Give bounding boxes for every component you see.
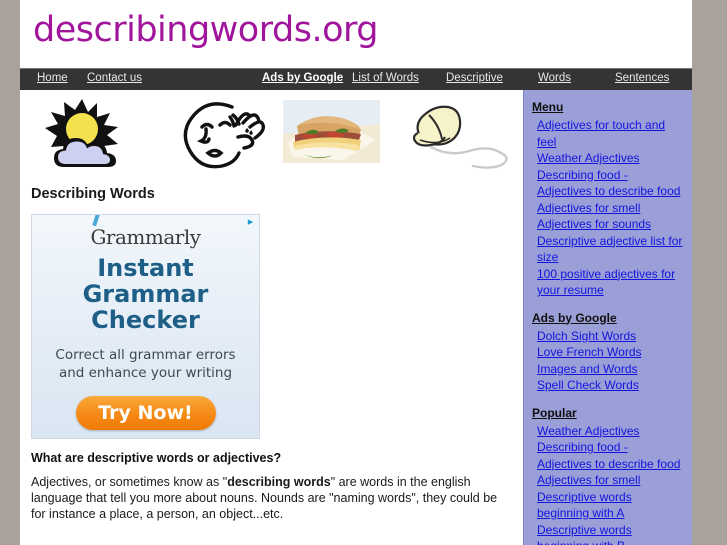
ad-brand-text: Grammarly <box>90 225 201 249</box>
list-item: 100 positive adjectives for your resume <box>537 266 684 299</box>
sidebar-link[interactable]: Weather Adjectives <box>537 424 640 438</box>
nav-item-descriptive[interactable]: Descriptive <box>446 72 503 84</box>
list-item: Describing food - Adjectives to describe… <box>537 167 684 200</box>
list-item: Adjectives for touch and feel <box>537 117 684 150</box>
nav-item-words[interactable]: Words <box>538 72 571 84</box>
list-item: Descriptive words beginning with A <box>537 489 684 522</box>
sidebar-link-list: Adjectives for touch and feel Weather Adj… <box>532 117 684 299</box>
listening-face-image <box>183 102 266 169</box>
sidebar-link[interactable]: Dolch Sight Words <box>537 329 636 343</box>
ad-subtext-line2: and enhance your writing <box>58 364 233 381</box>
sidebar-link[interactable]: Adjectives for smell <box>537 473 640 487</box>
ad-headline: Instant Grammar Checker <box>32 254 259 334</box>
nav-item-list-of-words[interactable]: List of Words <box>352 72 419 84</box>
list-item: Spell Check Words <box>537 377 684 394</box>
sidebar-link-list: Weather Adjectives Describing food - Adje… <box>532 423 684 545</box>
sidebar-link[interactable]: Love French Words <box>537 345 642 359</box>
sidebar-link[interactable]: Weather Adjectives <box>537 151 640 165</box>
list-item: Adjectives for smell <box>537 200 684 217</box>
ad-headline-line1: Instant <box>97 254 194 282</box>
site-header: describingwords.org <box>20 0 692 68</box>
sidebar-link[interactable]: Describing food - Adjectives to describe… <box>537 440 680 471</box>
nav-item-ads-by-google[interactable]: Ads by Google <box>262 72 343 84</box>
sidebar-link[interactable]: Descriptive adjective list for size <box>537 234 682 265</box>
nav-item-sentences[interactable]: Sentences <box>615 72 669 84</box>
nav-item-contact-us[interactable]: Contact us <box>87 72 142 84</box>
sidebar-heading-menu: Menu <box>532 100 564 114</box>
article-body: What are descriptive words or adjectives… <box>31 451 509 522</box>
list-item: Descriptive adjective list for size <box>537 233 684 266</box>
list-item: Weather Adjectives <box>537 423 684 440</box>
weather-sun-cloud-image <box>45 99 118 167</box>
sidebar: Menu Adjectives for touch and feel Weather… <box>523 90 692 545</box>
page-container: describingwords.org Home Contact us Ads by… <box>20 0 692 545</box>
list-item: Dolch Sight Words <box>537 328 684 345</box>
grammarly-ad-banner[interactable]: ▸ Grammarly Instant Grammar Checker Corr… <box>31 214 260 439</box>
sidebar-link[interactable]: Adjectives for smell <box>537 201 640 215</box>
hero-image-strip <box>20 95 523 180</box>
main-navigation: Home Contact us Ads by Google List of Words… <box>20 68 692 90</box>
sidebar-link[interactable]: Spell Check Words <box>537 378 639 392</box>
list-item: Describing food - Adjectives to describe… <box>537 439 684 472</box>
list-item: Adjectives for sounds <box>537 216 684 233</box>
question-heading: What are descriptive words or adjectives… <box>31 451 282 465</box>
list-item: Love French Words <box>537 344 684 361</box>
sidebar-link[interactable]: Descriptive words beginning with B <box>537 523 632 545</box>
ad-try-now-button[interactable]: Try Now! <box>75 396 216 431</box>
nav-item-home[interactable]: Home <box>37 72 68 84</box>
ad-headline-line3: Checker <box>91 305 200 334</box>
content-columns: Describing Words ▸ Grammarly Instant Gra… <box>20 90 692 545</box>
sidebar-link[interactable]: Describing food - Adjectives to describe… <box>537 168 680 199</box>
list-item: Images and Words <box>537 361 684 378</box>
sidebar-link[interactable]: Adjectives for touch and feel <box>537 118 665 149</box>
sidebar-link[interactable]: Adjectives for sounds <box>537 217 651 231</box>
intro-paragraph: Adjectives, or sometimes know as "descri… <box>31 474 509 522</box>
adchoices-icon[interactable]: ▸ <box>244 217 257 228</box>
ad-subtext-line1: Correct all grammar errors <box>55 346 236 363</box>
site-logo[interactable]: describingwords.org <box>33 10 378 50</box>
sidebar-heading-popular: Popular <box>532 405 577 420</box>
sidebar-link-list: Dolch Sight Words Love French Words Images… <box>532 328 684 394</box>
nose-smell-image <box>412 105 508 169</box>
sidebar-heading-ads-by-google: Ads by Google <box>532 310 617 325</box>
list-item: Weather Adjectives <box>537 150 684 167</box>
sidebar-link[interactable]: Descriptive words beginning with A <box>537 490 632 521</box>
page-title: Describing Words <box>31 186 155 202</box>
sidebar-link[interactable]: Images and Words <box>537 362 638 376</box>
list-item: Adjectives for smell <box>537 472 684 489</box>
list-item: Descriptive words beginning with B <box>537 522 684 545</box>
sandwich-photo-image <box>283 100 380 163</box>
paragraph-bold-term: describing words <box>227 475 331 489</box>
ad-headline-line2: Grammar <box>82 279 209 308</box>
ad-subtext: Correct all grammar errors and enhance y… <box>32 346 259 382</box>
paragraph-part-1: Adjectives, or sometimes know as " <box>31 475 228 489</box>
main-content: Describing Words ▸ Grammarly Instant Gra… <box>20 90 523 545</box>
sidebar-link[interactable]: 100 positive adjectives for your resume <box>537 267 675 298</box>
ad-brand-name: Grammarly <box>32 225 259 249</box>
